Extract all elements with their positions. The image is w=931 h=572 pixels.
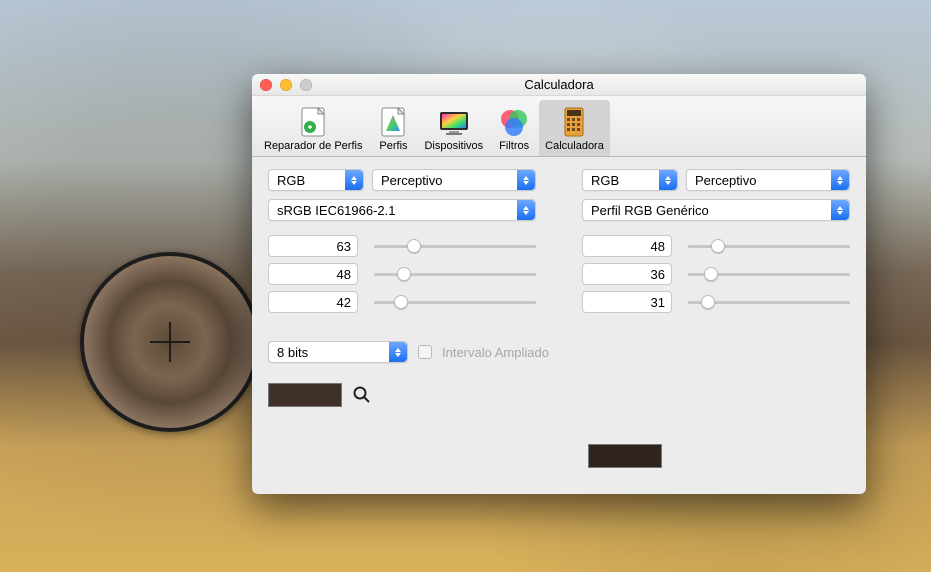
source-value-0-input[interactable]: 63 bbox=[268, 235, 358, 257]
target-value-2-slider[interactable] bbox=[688, 292, 850, 312]
source-color-swatch bbox=[268, 383, 342, 407]
source-mode-select[interactable]: RGB bbox=[268, 169, 364, 191]
select-value: RGB bbox=[591, 173, 619, 188]
minimize-icon[interactable] bbox=[280, 79, 292, 91]
toolbar-label: Calculadora bbox=[545, 140, 604, 152]
magnifier-icon bbox=[352, 385, 372, 405]
toolbar-item-filters[interactable]: Filtros bbox=[489, 100, 539, 156]
toolbar: Reparador de Perfis Perfis Dispositivos … bbox=[252, 96, 866, 157]
toolbar-item-profile-first-aid[interactable]: Reparador de Perfis bbox=[258, 100, 368, 156]
calculator-window: Calculadora Reparador de Perfis Perfis D… bbox=[252, 74, 866, 494]
toolbar-item-profiles[interactable]: Perfis bbox=[368, 100, 418, 156]
close-icon[interactable] bbox=[260, 79, 272, 91]
toolbar-item-calculator[interactable]: Calculadora bbox=[539, 100, 610, 156]
select-value: 8 bits bbox=[277, 345, 308, 360]
source-column: RGB Perceptivo sRGB IEC61966-2.1 63 48 bbox=[268, 169, 536, 313]
content: RGB Perceptivo sRGB IEC61966-2.1 63 48 bbox=[252, 157, 866, 494]
source-value-1-input[interactable]: 48 bbox=[268, 263, 358, 285]
source-intent-select[interactable]: Perceptivo bbox=[372, 169, 536, 191]
target-value-1-input[interactable]: 36 bbox=[582, 263, 672, 285]
select-value: RGB bbox=[277, 173, 305, 188]
profiles-icon bbox=[374, 104, 412, 140]
bit-depth-select[interactable]: 8 bits bbox=[268, 341, 408, 363]
source-value-1-slider[interactable] bbox=[374, 264, 536, 284]
source-value-2-slider[interactable] bbox=[374, 292, 536, 312]
calculator-icon bbox=[555, 104, 593, 140]
select-value: Perceptivo bbox=[695, 173, 756, 188]
toolbar-label: Reparador de Perfis bbox=[264, 140, 362, 152]
target-intent-select[interactable]: Perceptivo bbox=[686, 169, 850, 191]
source-value-2-input[interactable]: 42 bbox=[268, 291, 358, 313]
target-profile-select[interactable]: Perfil RGB Genérico bbox=[582, 199, 850, 221]
window-title: Calculadora bbox=[524, 77, 593, 92]
target-value-2-input[interactable]: 31 bbox=[582, 291, 672, 313]
devices-icon bbox=[435, 104, 473, 140]
target-value-0-input[interactable]: 48 bbox=[582, 235, 672, 257]
toolbar-label: Dispositivos bbox=[424, 140, 483, 152]
source-value-0-slider[interactable] bbox=[374, 236, 536, 256]
eyedropper-button[interactable] bbox=[352, 385, 372, 405]
extended-range-checkbox[interactable] bbox=[418, 345, 432, 359]
select-value: sRGB IEC61966-2.1 bbox=[277, 203, 396, 218]
target-color-swatch bbox=[588, 444, 662, 468]
target-mode-select[interactable]: RGB bbox=[582, 169, 678, 191]
target-value-1-slider[interactable] bbox=[688, 264, 850, 284]
profile-first-aid-icon bbox=[294, 104, 332, 140]
toolbar-label: Perfis bbox=[379, 140, 407, 152]
source-profile-select[interactable]: sRGB IEC61966-2.1 bbox=[268, 199, 536, 221]
color-loupe[interactable] bbox=[80, 252, 260, 432]
toolbar-label: Filtros bbox=[499, 140, 529, 152]
toolbar-item-devices[interactable]: Dispositivos bbox=[418, 100, 489, 156]
titlebar: Calculadora bbox=[252, 74, 866, 96]
target-column: RGB Perceptivo Perfil RGB Genérico 48 3 bbox=[582, 169, 850, 313]
select-value: Perfil RGB Genérico bbox=[591, 203, 709, 218]
extended-range-label: Intervalo Ampliado bbox=[442, 345, 549, 360]
filters-icon bbox=[495, 104, 533, 140]
target-value-0-slider[interactable] bbox=[688, 236, 850, 256]
zoom-icon bbox=[300, 79, 312, 91]
select-value: Perceptivo bbox=[381, 173, 442, 188]
